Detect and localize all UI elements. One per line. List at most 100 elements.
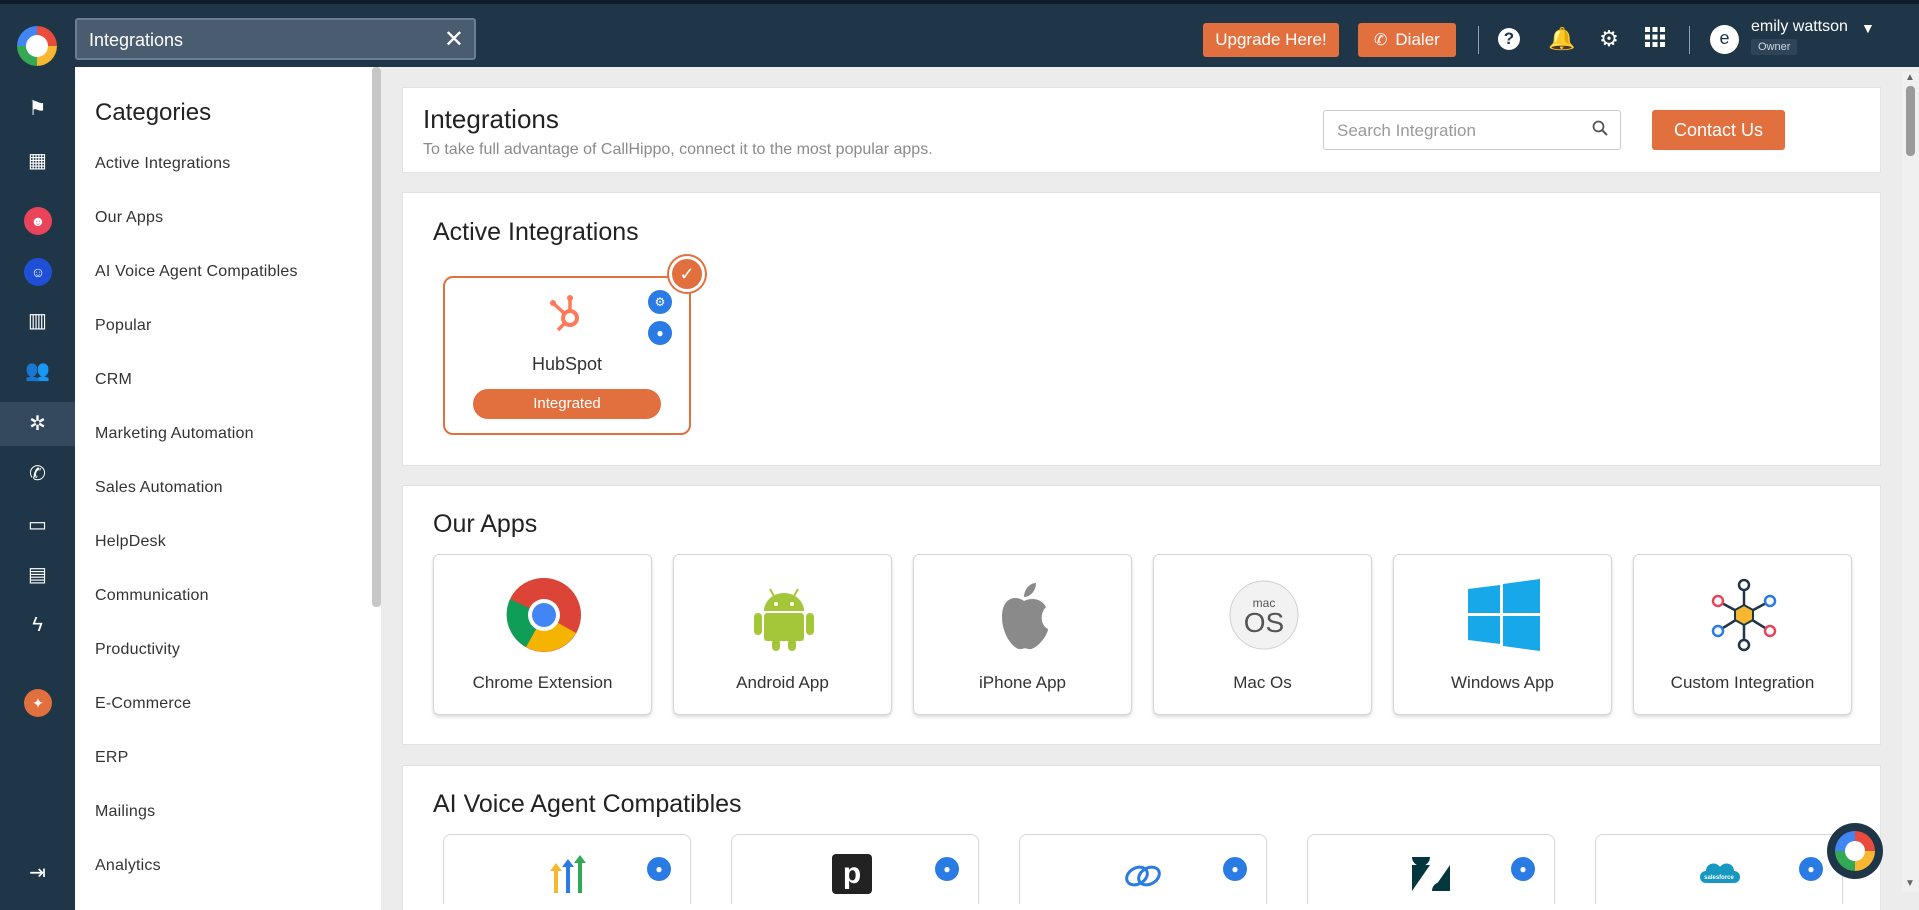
apps-grid-icon[interactable] <box>1642 26 1668 52</box>
avatar[interactable]: e <box>1710 25 1739 54</box>
hubspot-card[interactable]: ⚙ ● HubSpot Integrated <box>443 276 691 435</box>
dialer-button[interactable]: ✆ Dialer <box>1358 23 1456 57</box>
gear-icon[interactable]: ⚙ <box>648 290 672 314</box>
section-title: Our Apps <box>433 510 538 538</box>
dialer-label: Dialer <box>1395 30 1440 49</box>
info-icon[interactable]: ● <box>647 857 671 881</box>
scroll-up-icon[interactable]: ▲ <box>1905 72 1915 83</box>
page-subtitle: To take full advantage of CallHippo, con… <box>423 141 933 158</box>
category-item[interactable]: Productivity <box>95 641 298 695</box>
call-forward-icon[interactable]: ✆ <box>0 452 75 496</box>
integrations-header: Integrations To take full advantage of C… <box>402 87 1881 173</box>
salesforce-icon: salesforce <box>1700 863 1740 883</box>
category-item[interactable]: Analytics <box>95 857 298 910</box>
mac-label-big: OS <box>1244 607 1284 638</box>
report-icon[interactable]: ▤ <box>0 553 75 597</box>
gear-icon[interactable]: ⚙ <box>1596 26 1622 52</box>
app-card[interactable]: Android App <box>673 554 892 715</box>
callhippo-logo[interactable] <box>17 26 57 66</box>
active-integrations-section: Active Integrations ⚙ ● HubSpot Integrat… <box>402 192 1881 466</box>
check-icon: ✓ <box>669 256 705 292</box>
building-icon[interactable]: ▥ <box>0 299 75 343</box>
info-icon[interactable]: ● <box>1511 857 1535 881</box>
apple-icon <box>1002 583 1048 650</box>
app-name: Android App <box>736 673 829 692</box>
divider <box>1689 26 1690 54</box>
integration-card-zendesk[interactable]: ● <box>1307 834 1555 904</box>
icon-sidebar: ⚑ ▦ ☻ ☺ ▥ 👥 ✲ ✆ ▭ ▤ ϟ ✦ ⇥ <box>0 67 75 910</box>
lightning-icon[interactable]: ϟ <box>0 603 75 647</box>
chat-bot-icon[interactable]: ☺ <box>24 258 52 286</box>
users-icon[interactable]: 👥 <box>0 349 75 393</box>
hubspot-logo <box>545 292 587 334</box>
close-icon[interactable]: ✕ <box>444 26 464 54</box>
integrated-button[interactable]: Integrated <box>473 389 661 419</box>
info-icon[interactable]: ● <box>648 321 672 345</box>
phone-icon: ✆ <box>1374 32 1388 49</box>
category-item[interactable]: CRM <box>95 371 298 425</box>
salesforce-label: salesforce <box>1704 875 1734 881</box>
contact-us-button[interactable]: Contact Us <box>1652 110 1785 150</box>
category-item[interactable]: E-Commerce <box>95 695 298 749</box>
category-item[interactable]: Active Integrations <box>95 155 298 209</box>
app-name: Mac Os <box>1233 673 1292 692</box>
category-item[interactable]: Popular <box>95 317 298 371</box>
upgrade-button[interactable]: Upgrade Here! <box>1203 23 1339 57</box>
search-integration-input[interactable]: Search Integration <box>1323 110 1621 150</box>
categories-scrollbar[interactable] <box>372 67 381 607</box>
scrollbar-thumb[interactable] <box>1906 86 1915 156</box>
our-apps-section: Our Apps Chrome Extension Android App iP… <box>402 485 1881 745</box>
main-scrollbar[interactable]: ▲ ▼ <box>1902 72 1919 892</box>
bot-icon[interactable]: ☻ <box>24 207 52 235</box>
integration-card-gohighlevel[interactable]: ● <box>443 834 691 904</box>
search-placeholder: Search Integration <box>1337 121 1476 140</box>
global-search-input[interactable]: Integrations ✕ <box>75 18 476 60</box>
category-item[interactable]: Sales Automation <box>95 479 298 533</box>
category-item[interactable]: Marketing Automation <box>95 425 298 479</box>
user-role-badge: Owner <box>1751 39 1798 55</box>
app-card[interactable]: Windows App <box>1393 554 1612 715</box>
info-icon[interactable]: ● <box>1799 857 1823 881</box>
integration-card-salesforce[interactable]: salesforce ● <box>1595 834 1843 904</box>
app-card[interactable]: Custom Integration <box>1633 554 1852 715</box>
categories-panel: Categories Active Integrations Our Apps … <box>75 67 381 910</box>
chevron-down-icon[interactable]: ▼ <box>1861 20 1875 36</box>
flag-icon[interactable]: ⚑ <box>0 87 75 131</box>
category-item[interactable]: Mailings <box>95 803 298 857</box>
message-icon[interactable]: ▭ <box>0 503 75 547</box>
zoho-icon <box>1125 865 1161 887</box>
help-icon[interactable]: ? <box>1498 28 1520 50</box>
app-name: Windows App <box>1451 673 1554 692</box>
category-item[interactable]: HelpDesk <box>95 533 298 587</box>
gohighlevel-icon <box>550 855 586 893</box>
pipedrive-icon: p <box>832 854 872 894</box>
notification-bell-icon[interactable]: 🔔 <box>1548 26 1575 52</box>
chat-widget-button[interactable] <box>1827 823 1883 879</box>
categories-title: Categories <box>95 99 212 126</box>
sparkle-icon[interactable]: ✦ <box>24 689 52 717</box>
app-name: Chrome Extension <box>472 673 613 692</box>
chrome-icon <box>506 577 581 652</box>
info-icon[interactable]: ● <box>1223 857 1247 881</box>
integrations-icon[interactable]: ✲ <box>0 402 75 446</box>
section-title: Active Integrations <box>433 218 639 246</box>
category-item[interactable]: Communication <box>95 587 298 641</box>
scroll-down-icon[interactable]: ▼ <box>1905 878 1915 889</box>
app-card[interactable]: mac OS Mac Os <box>1153 554 1372 715</box>
app-card[interactable]: iPhone App <box>913 554 1132 715</box>
category-item[interactable]: AI Voice Agent Compatibles <box>95 263 298 317</box>
category-item[interactable]: ERP <box>95 749 298 803</box>
card-name: HubSpot <box>531 354 603 374</box>
info-icon[interactable]: ● <box>935 857 959 881</box>
app-card[interactable]: Chrome Extension <box>433 554 652 715</box>
user-name[interactable]: emily wattson <box>1751 18 1848 36</box>
integration-card-pipedrive[interactable]: p ● <box>731 834 979 904</box>
ai-voice-agent-section: AI Voice Agent Compatibles ● p ● ● ● sal… <box>402 765 1881 910</box>
integration-card-zoho[interactable]: ● <box>1019 834 1267 904</box>
categories-list: Active Integrations Our Apps AI Voice Ag… <box>95 155 298 910</box>
search-icon[interactable] <box>1592 120 1608 141</box>
logout-icon[interactable]: ⇥ <box>0 851 75 895</box>
dashboard-icon[interactable]: ▦ <box>0 139 75 183</box>
global-search-value: Integrations <box>89 30 184 50</box>
category-item[interactable]: Our Apps <box>95 209 298 263</box>
